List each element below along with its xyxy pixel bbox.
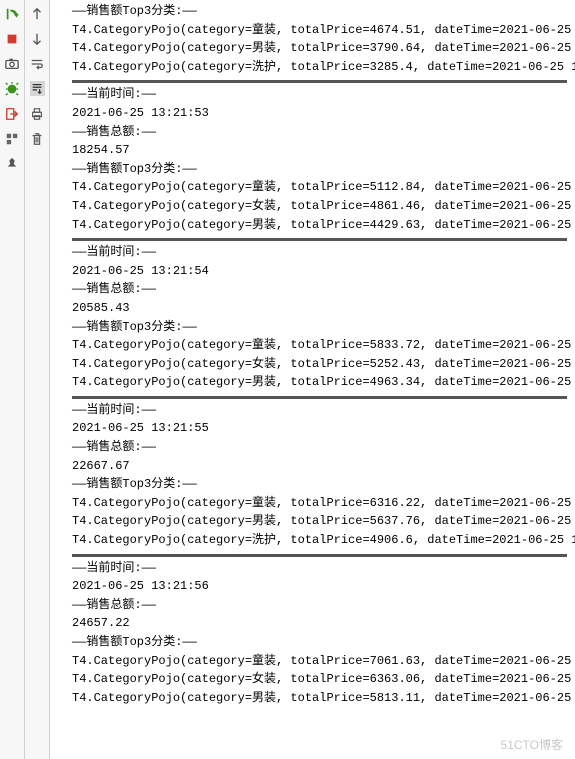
pojo-line: T4.CategoryPojo(category=童装, totalPrice=… bbox=[72, 21, 567, 40]
total-sales-value: 24657.22 bbox=[72, 614, 567, 633]
pojo-line: T4.CategoryPojo(category=男装, totalPrice=… bbox=[72, 512, 567, 531]
current-time-header: ——当前时间:—— bbox=[72, 401, 567, 420]
rerun-icon[interactable] bbox=[5, 6, 20, 21]
top3-header: ——销售额Top3分类:—— bbox=[72, 475, 567, 494]
down-arrow-icon[interactable] bbox=[30, 31, 45, 46]
pojo-line: T4.CategoryPojo(category=童装, totalPrice=… bbox=[72, 178, 567, 197]
up-arrow-icon[interactable] bbox=[30, 6, 45, 21]
print-icon[interactable] bbox=[30, 106, 45, 121]
pojo-line: T4.CategoryPojo(category=男装, totalPrice=… bbox=[72, 39, 567, 58]
pojo-line: T4.CategoryPojo(category=女装, totalPrice=… bbox=[72, 670, 567, 689]
current-time-value: 2021-06-25 13:21:54 bbox=[72, 262, 567, 281]
pojo-line: T4.CategoryPojo(category=童装, totalPrice=… bbox=[72, 652, 567, 671]
current-time-header: ——当前时间:—— bbox=[72, 243, 567, 262]
stop-icon[interactable] bbox=[5, 31, 20, 46]
current-time-value: 2021-06-25 13:21:55 bbox=[72, 419, 567, 438]
total-sales-value: 20585.43 bbox=[72, 299, 567, 318]
top3-header: ——销售额Top3分类:—— bbox=[72, 160, 567, 179]
layout-icon[interactable] bbox=[5, 131, 20, 146]
section-divider bbox=[72, 80, 567, 83]
pojo-line: T4.CategoryPojo(category=女装, totalPrice=… bbox=[72, 355, 567, 374]
section-divider bbox=[72, 238, 567, 241]
scroll-to-end-icon[interactable] bbox=[30, 81, 45, 96]
total-sales-header: ——销售总额:—— bbox=[72, 280, 567, 299]
total-sales-value: 22667.67 bbox=[72, 457, 567, 476]
pojo-line: T4.CategoryPojo(category=男装, totalPrice=… bbox=[72, 373, 567, 392]
pojo-line: T4.CategoryPojo(category=洗护, totalPrice=… bbox=[72, 58, 567, 77]
console-output[interactable]: ——销售额Top3分类:——T4.CategoryPojo(category=童… bbox=[50, 0, 575, 759]
debug-icon[interactable] bbox=[5, 81, 20, 96]
top3-header: ——销售额Top3分类:—— bbox=[72, 633, 567, 652]
top3-header: ——销售额Top3分类:—— bbox=[72, 318, 567, 337]
total-sales-header: ——销售总额:—— bbox=[72, 596, 567, 615]
toolbar-left bbox=[0, 0, 25, 759]
pojo-line: T4.CategoryPojo(category=女装, totalPrice=… bbox=[72, 197, 567, 216]
pojo-line: T4.CategoryPojo(category=男装, totalPrice=… bbox=[72, 689, 567, 708]
current-time-header: ——当前时间:—— bbox=[72, 559, 567, 578]
section-divider bbox=[72, 396, 567, 399]
exit-icon[interactable] bbox=[5, 106, 20, 121]
current-time-header: ——当前时间:—— bbox=[72, 85, 567, 104]
camera-icon[interactable] bbox=[5, 56, 20, 71]
top3-header: ——销售额Top3分类:—— bbox=[72, 2, 567, 21]
trash-icon[interactable] bbox=[30, 131, 45, 146]
total-sales-header: ——销售总额:—— bbox=[72, 438, 567, 457]
soft-wrap-icon[interactable] bbox=[30, 56, 45, 71]
pojo-line: T4.CategoryPojo(category=童装, totalPrice=… bbox=[72, 494, 567, 513]
pin-icon[interactable] bbox=[5, 156, 20, 171]
toolbar-right bbox=[25, 0, 50, 759]
section-divider bbox=[72, 554, 567, 557]
pojo-line: T4.CategoryPojo(category=洗护, totalPrice=… bbox=[72, 531, 567, 550]
total-sales-value: 18254.57 bbox=[72, 141, 567, 160]
pojo-line: T4.CategoryPojo(category=男装, totalPrice=… bbox=[72, 216, 567, 235]
pojo-line: T4.CategoryPojo(category=童装, totalPrice=… bbox=[72, 336, 567, 355]
current-time-value: 2021-06-25 13:21:56 bbox=[72, 577, 567, 596]
total-sales-header: ——销售总额:—— bbox=[72, 123, 567, 142]
current-time-value: 2021-06-25 13:21:53 bbox=[72, 104, 567, 123]
